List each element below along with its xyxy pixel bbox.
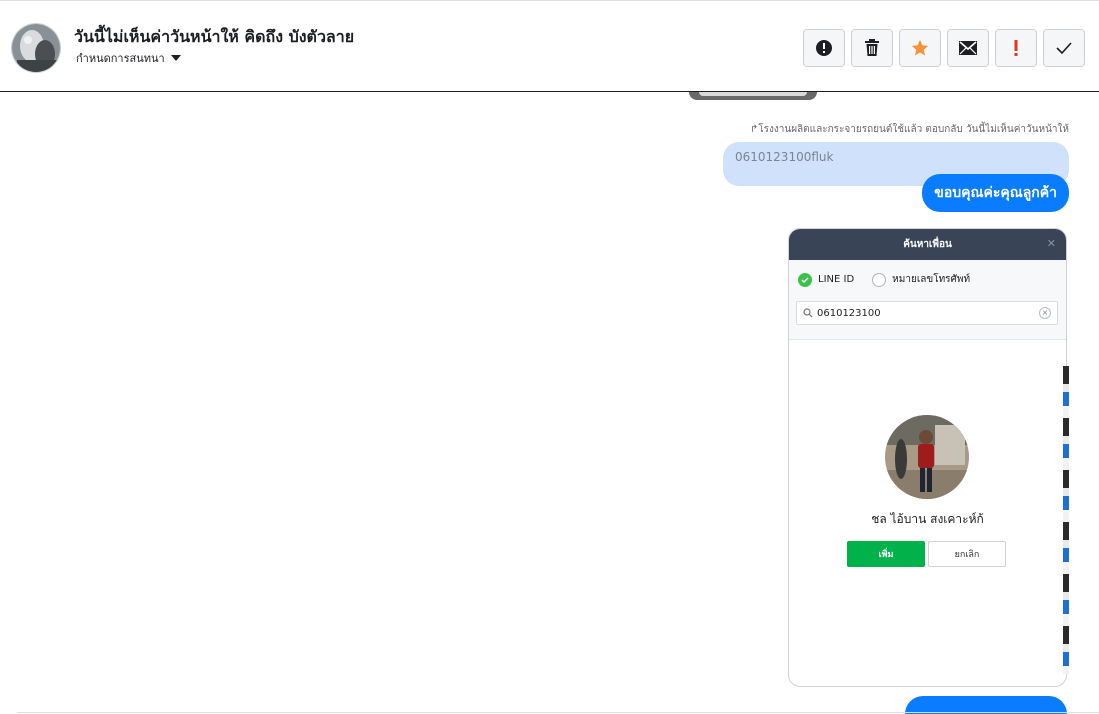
divider (789, 339, 1066, 340)
star-icon (911, 39, 929, 56)
radio-unchecked-icon (872, 272, 887, 287)
search-type-options: LINE ID หมายเลขโทรศัพท์ (798, 272, 970, 287)
sent-message-bubble[interactable]: ขอบคุณค่ะคุณลูกค้า (922, 174, 1069, 212)
result-profile-photo (885, 415, 969, 499)
line-search-field: 0610123100 × (796, 301, 1058, 325)
trash-icon (865, 39, 879, 56)
conversation-title: วันนี้ไม่เห็นค่าวันหน้าให้ คิดถึง บังตัว… (74, 27, 355, 46)
done-button[interactable] (1043, 29, 1085, 67)
close-icon: ✕ (1046, 237, 1056, 250)
important-button[interactable] (995, 29, 1037, 67)
line-dialog-title: ค้นหาเพื่อน (903, 239, 952, 250)
star-button[interactable] (899, 29, 941, 67)
envelope-icon (959, 41, 977, 55)
radio-checked-icon (798, 272, 812, 287)
conversation-header: วันนี้ไม่เห็นค่าวันหน้าให้ คิดถึง บังตัว… (0, 0, 1099, 92)
option-line-id-label: LINE ID (818, 274, 855, 285)
search-value: 0610123100 (817, 307, 881, 319)
reply-context-note: ↱โรงงานผลิตและกระจายรถยนต์ใช้แล้ว ตอบกลั… (749, 124, 1069, 135)
add-friend-button: เพิ่ม (847, 541, 925, 567)
check-icon (1056, 42, 1072, 54)
alert-circle-icon (816, 40, 832, 56)
toolbar (803, 29, 1085, 67)
contact-avatar[interactable] (11, 23, 61, 73)
result-name: ชล ไอ้บาน สงเคาะห์ก้ (871, 512, 984, 526)
background-image-edge (1063, 366, 1069, 674)
previous-image-attachment[interactable] (689, 92, 817, 100)
delete-button[interactable] (851, 29, 893, 67)
composer-divider (17, 712, 1099, 713)
caret-down-icon (170, 55, 181, 61)
search-icon (803, 308, 813, 318)
line-screenshot-attachment[interactable]: ค้นหาเพื่อน ✕ LINE ID หมายเลขโทรศัพท์ 06… (788, 228, 1067, 687)
line-search-panel: LINE ID หมายเลขโทรศัพท์ 0610123100 × (789, 260, 1066, 340)
clear-icon: × (1039, 307, 1051, 319)
mail-button[interactable] (947, 29, 989, 67)
cancel-button: ยกเลิก (928, 541, 1006, 567)
message-thread[interactable]: ↱โรงงานผลิตและกระจายรถยนต์ใช้แล้ว ตอบกลั… (0, 92, 1099, 714)
line-dialog-header: ค้นหาเพื่อน ✕ (789, 229, 1066, 260)
exclamation-icon (1014, 40, 1018, 56)
report-button[interactable] (803, 29, 845, 67)
conversation-status-dropdown[interactable]: กำหนดการสนทนา (76, 49, 181, 67)
conversation-status-label: กำหนดการสนทนา (76, 52, 165, 65)
option-phone-label: หมายเลขโทรศัพท์ (892, 274, 971, 285)
